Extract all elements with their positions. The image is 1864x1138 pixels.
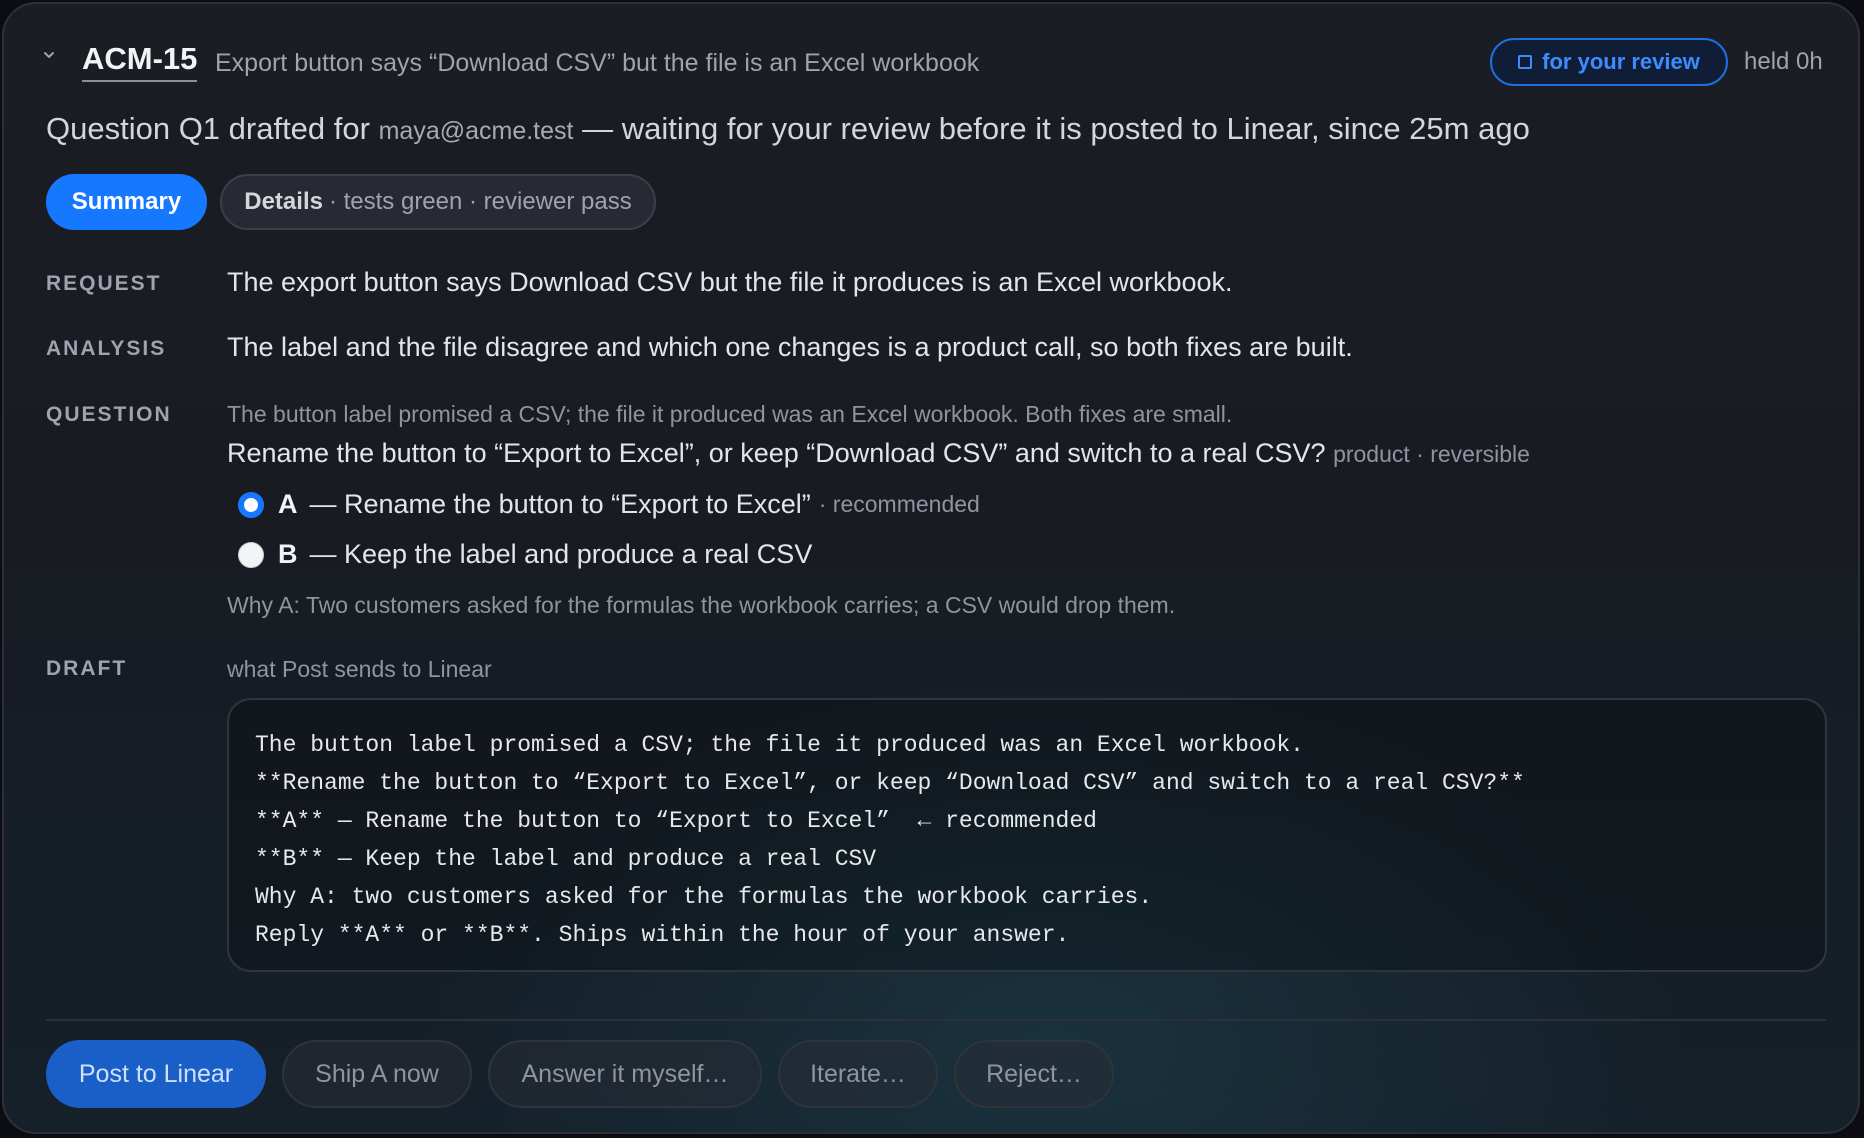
question-rationale: Why A: Two customers asked for the formu…: [227, 592, 1176, 618]
tab-summary[interactable]: Summary: [46, 174, 207, 230]
option-letter: A: [278, 489, 298, 519]
draft-preview: The button label promised a CSV; the fil…: [227, 698, 1827, 972]
square-icon: [1518, 55, 1533, 69]
draft-line: **A** — Rename the button to “Export to …: [255, 808, 1097, 834]
review-card: ACM-15 Export button says “Download CSV”…: [2, 2, 1860, 1134]
option-b[interactable]: B — Keep the label and produce a real CS…: [238, 539, 812, 570]
option-text: — Rename the button to “Export to Excel”: [309, 489, 811, 519]
reject-button[interactable]: Reject…: [954, 1040, 1114, 1108]
option-a[interactable]: A — Rename the button to “Export to Exce…: [238, 489, 980, 520]
request-text: The export button says Download CSV but …: [227, 267, 1233, 297]
analysis-label: ANALYSIS: [46, 337, 167, 360]
ticket-title: Export button says “Download CSV” but th…: [215, 49, 980, 77]
option-text: — Keep the label and produce a real CSV: [309, 539, 813, 569]
answer-myself-button[interactable]: Answer it myself…: [488, 1040, 762, 1108]
question-tags: product · reversible: [1333, 441, 1530, 467]
review-status-badge: for your review: [1490, 38, 1728, 86]
ship-a-now-button[interactable]: Ship A now: [282, 1040, 472, 1108]
analysis-text: The label and the file disagree and whic…: [227, 332, 1353, 362]
tab-details-label: Details: [244, 188, 323, 215]
draft-line: The button label promised a CSV; the fil…: [255, 732, 1304, 758]
draft-line: **B** — Keep the label and produce a rea…: [255, 846, 877, 872]
draft-line: **Rename the button to “Export to Excel”…: [255, 770, 1525, 796]
post-to-linear-button[interactable]: Post to Linear: [46, 1040, 266, 1108]
divider: [46, 1019, 1826, 1021]
draft-line: Why A: two customers asked for the formu…: [255, 884, 1153, 910]
tab-details[interactable]: Details · tests green · reviewer pass: [220, 174, 656, 230]
question-context: The button label promised a CSV; the fil…: [227, 401, 1233, 427]
recipient-email: maya@acme.test: [378, 117, 574, 145]
draft-line: Reply **A** or **B**. Ships within the h…: [255, 922, 1070, 948]
held-duration: held 0h: [1744, 48, 1823, 75]
question-prompt-text: Rename the button to “Export to Excel”, …: [227, 438, 1326, 468]
radio-selected-icon[interactable]: [238, 491, 264, 518]
review-badge-label: for your review: [1542, 49, 1700, 74]
tab-details-meta: · tests green · reviewer pass: [328, 188, 632, 215]
status-suffix: — waiting for your review before it is p…: [582, 111, 1530, 146]
status-prefix: Question Q1 drafted for: [46, 111, 370, 146]
radio-unselected-icon[interactable]: [238, 541, 264, 568]
option-note: · recommended: [818, 491, 980, 517]
status-line: Question Q1 drafted for maya@acme.test —…: [46, 110, 1530, 150]
ticket-id[interactable]: ACM-15: [82, 42, 198, 82]
draft-caption: what Post sends to Linear: [227, 656, 492, 682]
iterate-button[interactable]: Iterate…: [778, 1040, 938, 1108]
question-label: QUESTION: [46, 403, 172, 426]
question-prompt: Rename the button to “Export to Excel”, …: [227, 438, 1530, 469]
request-label: REQUEST: [46, 272, 162, 295]
chevron-down-icon[interactable]: [42, 48, 56, 62]
draft-label: DRAFT: [46, 657, 128, 680]
option-letter: B: [278, 539, 298, 569]
